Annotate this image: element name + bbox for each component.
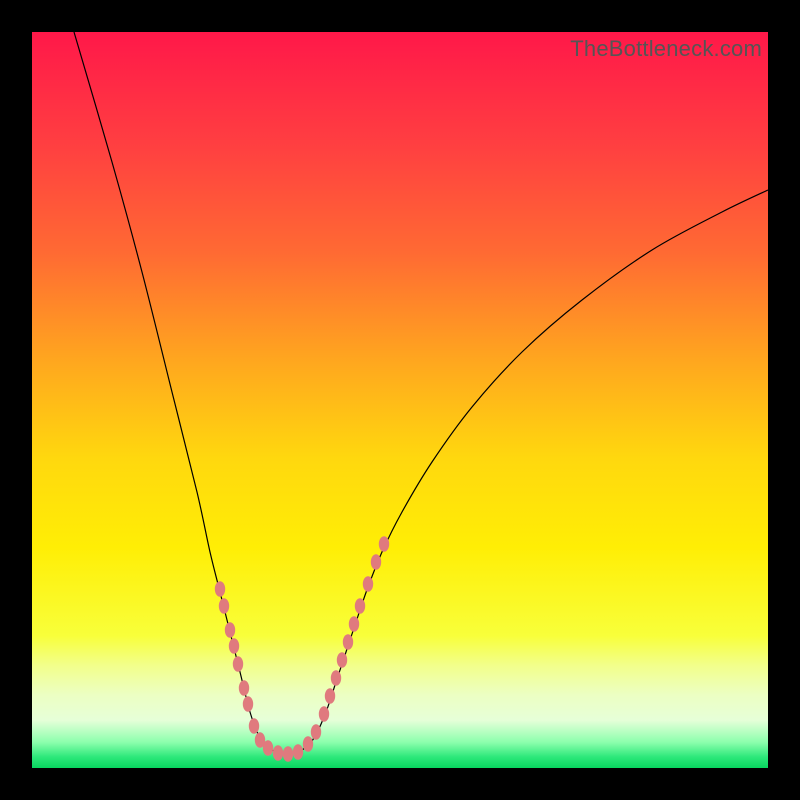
bottleneck-curve xyxy=(74,32,768,754)
scatter-dot xyxy=(337,652,347,668)
scatter-dot xyxy=(379,536,389,552)
chart-svg xyxy=(32,32,768,768)
plot-area: TheBottleneck.com xyxy=(32,32,768,768)
scatter-dot xyxy=(325,688,335,704)
scatter-dot xyxy=(215,581,225,597)
scatter-dot xyxy=(243,696,253,712)
scatter-dot xyxy=(283,746,293,762)
scatter-dot xyxy=(349,616,359,632)
watermark-text: TheBottleneck.com xyxy=(570,36,762,62)
scatter-dot xyxy=(331,670,341,686)
scatter-dot xyxy=(311,724,321,740)
scatter-dot xyxy=(363,576,373,592)
scatter-dot xyxy=(233,656,243,672)
scatter-dots xyxy=(215,536,389,762)
scatter-dot xyxy=(303,736,313,752)
scatter-dot xyxy=(355,598,365,614)
scatter-dot xyxy=(239,680,249,696)
scatter-dot xyxy=(263,740,273,756)
scatter-dot xyxy=(249,718,259,734)
scatter-dot xyxy=(293,744,303,760)
scatter-dot xyxy=(319,706,329,722)
scatter-dot xyxy=(371,554,381,570)
scatter-dot xyxy=(225,622,235,638)
scatter-dot xyxy=(219,598,229,614)
scatter-dot xyxy=(343,634,353,650)
chart-frame: TheBottleneck.com xyxy=(0,0,800,800)
scatter-dot xyxy=(273,745,283,761)
scatter-dot xyxy=(229,638,239,654)
